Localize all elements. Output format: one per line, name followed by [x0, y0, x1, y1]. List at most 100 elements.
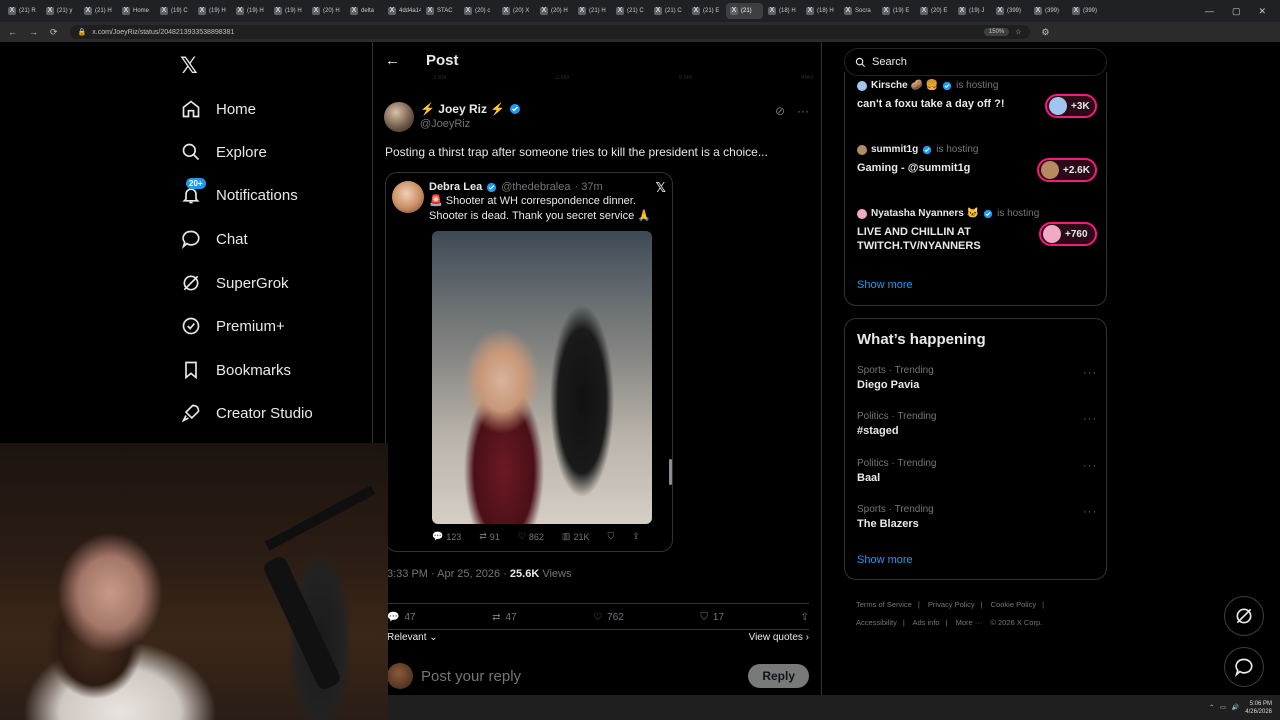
space-listeners-pill[interactable]: +3K — [1045, 94, 1097, 118]
nav-item-notifications[interactable]: 20+ Notifications — [180, 178, 298, 209]
more-icon[interactable]: ··· — [1083, 413, 1097, 425]
network-icon[interactable]: ▭ — [1220, 704, 1226, 711]
space-item[interactable]: Kirsche 🥔 🍔 is hosting can't a foxu take… — [857, 80, 1097, 118]
bookmark-button[interactable]: ⛉ 17 — [700, 612, 724, 623]
browser-tab[interactable]: X (20) H — [308, 3, 345, 19]
browser-tab[interactable]: X (21) E — [688, 3, 725, 19]
minimize-icon[interactable]: — — [1205, 6, 1214, 17]
views-stat[interactable]: ▥ 21K — [562, 531, 590, 542]
avatar[interactable] — [384, 102, 414, 132]
browser-tab[interactable]: X (21) y — [42, 3, 79, 19]
nav-item-explore[interactable]: Explore — [180, 138, 267, 166]
author-handle[interactable]: @JoeyRiz — [420, 118, 521, 130]
back-icon[interactable]: ← — [8, 27, 17, 37]
browser-tab[interactable]: X (20) H — [536, 3, 573, 19]
browser-tab[interactable]: X (19) C — [156, 3, 193, 19]
trend-item[interactable]: Politics · Trending #staged ··· — [857, 411, 1097, 437]
trend-item[interactable]: Politics · Trending Baal ··· — [857, 458, 1097, 484]
footer-link[interactable]: Cookie Policy — [991, 600, 1036, 609]
maximize-icon[interactable]: ▢ — [1232, 6, 1241, 17]
nav-item-chat[interactable]: Chat — [180, 225, 248, 253]
scrollbar[interactable] — [669, 459, 672, 485]
tray-chevron-icon[interactable]: ⌃ — [1209, 704, 1214, 711]
share-button[interactable]: ⇪ — [801, 612, 809, 623]
footer-link[interactable]: Privacy Policy — [928, 600, 975, 609]
reply-button[interactable]: 💬 47 — [387, 612, 416, 623]
browser-tab[interactable]: X (21) R — [4, 3, 41, 19]
browser-tab[interactable]: X (20) E — [916, 3, 953, 19]
browser-tab[interactable]: X (399) — [1030, 3, 1067, 19]
nav-item-creator-studio[interactable]: Creator Studio — [180, 399, 313, 427]
footer-link[interactable]: Terms of Service — [856, 600, 912, 609]
avatar[interactable] — [392, 181, 424, 213]
grok-button[interactable] — [1224, 596, 1264, 636]
more-icon[interactable]: ··· — [1083, 367, 1097, 379]
show-more-link[interactable]: Show more — [857, 554, 913, 566]
browser-tab[interactable]: X (21) H — [574, 3, 611, 19]
browser-tab[interactable]: X (399) — [1068, 3, 1105, 19]
back-arrow-icon[interactable]: ← — [385, 52, 400, 69]
search-input[interactable]: Search — [844, 48, 1107, 76]
author-name[interactable]: ⚡ Joey Riz ⚡ — [420, 102, 505, 116]
nav-item-premium[interactable]: Premium+ — [180, 312, 285, 340]
trend-item[interactable]: Sports · Trending The Blazers ··· — [857, 504, 1097, 530]
url-field[interactable]: 🔒 x.com/JoeyRiz/status/20482139335388983… — [69, 25, 1030, 39]
avatar[interactable] — [387, 663, 413, 689]
grok-icon[interactable]: ⊘ — [775, 104, 785, 118]
view-quotes-link[interactable]: View quotes › — [749, 632, 809, 643]
space-item[interactable]: summit1g is hosting Gaming - @summit1g +… — [857, 144, 1097, 182]
browser-tab[interactable]: X (21) C — [612, 3, 649, 19]
quote-author-name[interactable]: Debra Lea — [429, 181, 482, 193]
more-icon[interactable]: ··· — [797, 104, 809, 118]
space-listeners-pill[interactable]: +2.6K — [1037, 158, 1097, 182]
browser-tab[interactable]: X (21) C — [650, 3, 687, 19]
more-icon[interactable]: ··· — [1083, 506, 1097, 518]
close-window-icon[interactable]: ✕ — [1258, 6, 1266, 17]
like-stat[interactable]: ♡ 862 — [518, 531, 544, 542]
browser-tab[interactable]: X (20) c — [460, 3, 497, 19]
post-author[interactable]: ⚡ Joey Riz ⚡ @JoeyRiz — [384, 102, 521, 132]
browser-tab[interactable]: X STAC — [422, 3, 459, 19]
browser-tab[interactable]: X (21) — [726, 3, 763, 19]
extensions-icon[interactable]: ⚙ — [1042, 27, 1050, 38]
browser-tab[interactable]: X (19) H — [270, 3, 307, 19]
quote-image[interactable] — [432, 231, 652, 524]
reply-submit-button[interactable]: Reply — [748, 664, 809, 688]
sort-dropdown[interactable]: Relevant ⌄ — [387, 632, 438, 643]
volume-icon[interactable]: 🔊 — [1232, 704, 1239, 711]
messages-button[interactable] — [1224, 647, 1264, 687]
nav-item-home[interactable]: Home — [180, 95, 256, 123]
x-logo-icon[interactable]: 𝕏 — [180, 54, 198, 79]
browser-tab[interactable]: X (19) H — [232, 3, 269, 19]
quoted-post[interactable]: Debra Lea @thedebralea · 37m 🚨 Shooter a… — [385, 172, 673, 552]
space-item[interactable]: Nyatasha Nyanners 🐱 is hosting LIVE AND … — [857, 208, 1097, 253]
bookmark-icon[interactable]: ⛉ — [607, 531, 614, 542]
browser-tab[interactable]: X 4dd4a14 — [384, 3, 421, 19]
repost-button[interactable]: ⇄ 47 — [492, 612, 517, 623]
footer-link[interactable]: Accessibility — [856, 618, 897, 627]
browser-tab[interactable]: X (19) E — [878, 3, 915, 19]
reply-stat[interactable]: 💬 123 — [432, 531, 461, 542]
browser-tab[interactable]: X (21) H — [80, 3, 117, 19]
zoom-level[interactable]: 150% — [983, 28, 1010, 36]
space-listeners-pill[interactable]: +760 — [1039, 222, 1097, 246]
nav-item-bookmarks[interactable]: Bookmarks — [180, 356, 291, 384]
browser-tab[interactable]: X Home — [118, 3, 155, 19]
more-icon[interactable]: ··· — [1083, 460, 1097, 472]
footer-link[interactable]: Ads info — [912, 618, 939, 627]
nav-item-supergrok[interactable]: SuperGrok — [180, 269, 289, 297]
reload-icon[interactable]: ⟳ — [50, 27, 58, 38]
footer-link[interactable]: More ··· — [956, 618, 983, 627]
browser-tab[interactable]: X (19) J — [954, 3, 991, 19]
quote-author-handle[interactable]: @thedebralea — [501, 181, 570, 193]
browser-tab[interactable]: X (20) X — [498, 3, 535, 19]
browser-tab[interactable]: X Socra — [840, 3, 877, 19]
star-icon[interactable]: ☆ — [1015, 28, 1021, 36]
show-more-link[interactable]: Show more — [857, 279, 913, 291]
trend-item[interactable]: Sports · Trending Diego Pavia ··· — [857, 365, 1097, 391]
reply-input[interactable]: Post your reply — [421, 668, 740, 685]
browser-tab[interactable]: X (18) H — [764, 3, 801, 19]
post-time[interactable]: 3:33 PM · Apr 25, 2026 · — [387, 568, 507, 580]
system-clock[interactable]: 5:06 PM 4/26/2026 — [1245, 700, 1272, 716]
browser-tab[interactable]: X (18) H — [802, 3, 839, 19]
